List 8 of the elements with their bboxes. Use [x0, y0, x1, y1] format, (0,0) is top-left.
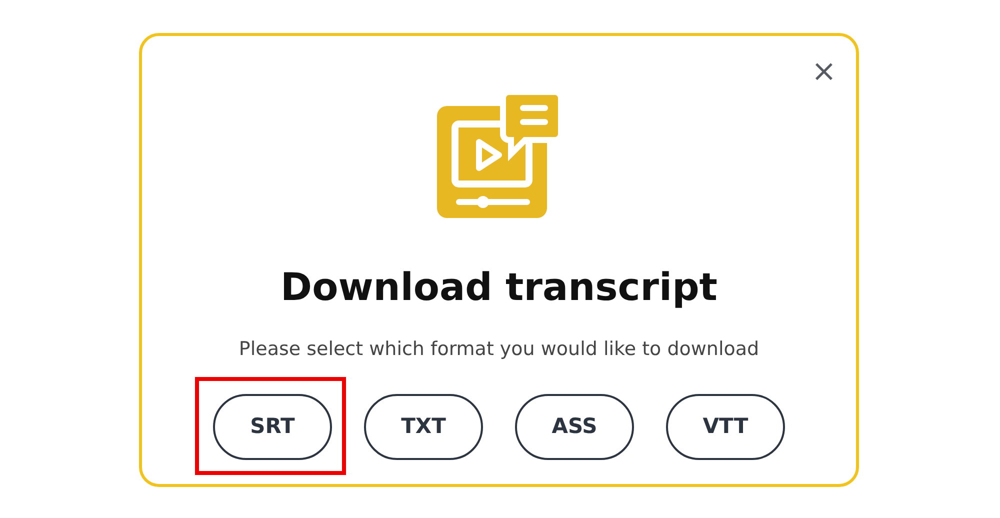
format-button[interactable]: SRT [213, 394, 332, 460]
close-button[interactable]: × [810, 56, 838, 88]
dialog-message: Please select which format you would like to download [238, 340, 760, 359]
dialog-title: Download transcript [280, 268, 718, 306]
format-button[interactable]: VTT [666, 394, 785, 460]
format-button[interactable]: TXT [364, 394, 483, 460]
format-button[interactable]: ASS [515, 394, 634, 460]
video-subtitle-icon [437, 92, 561, 218]
